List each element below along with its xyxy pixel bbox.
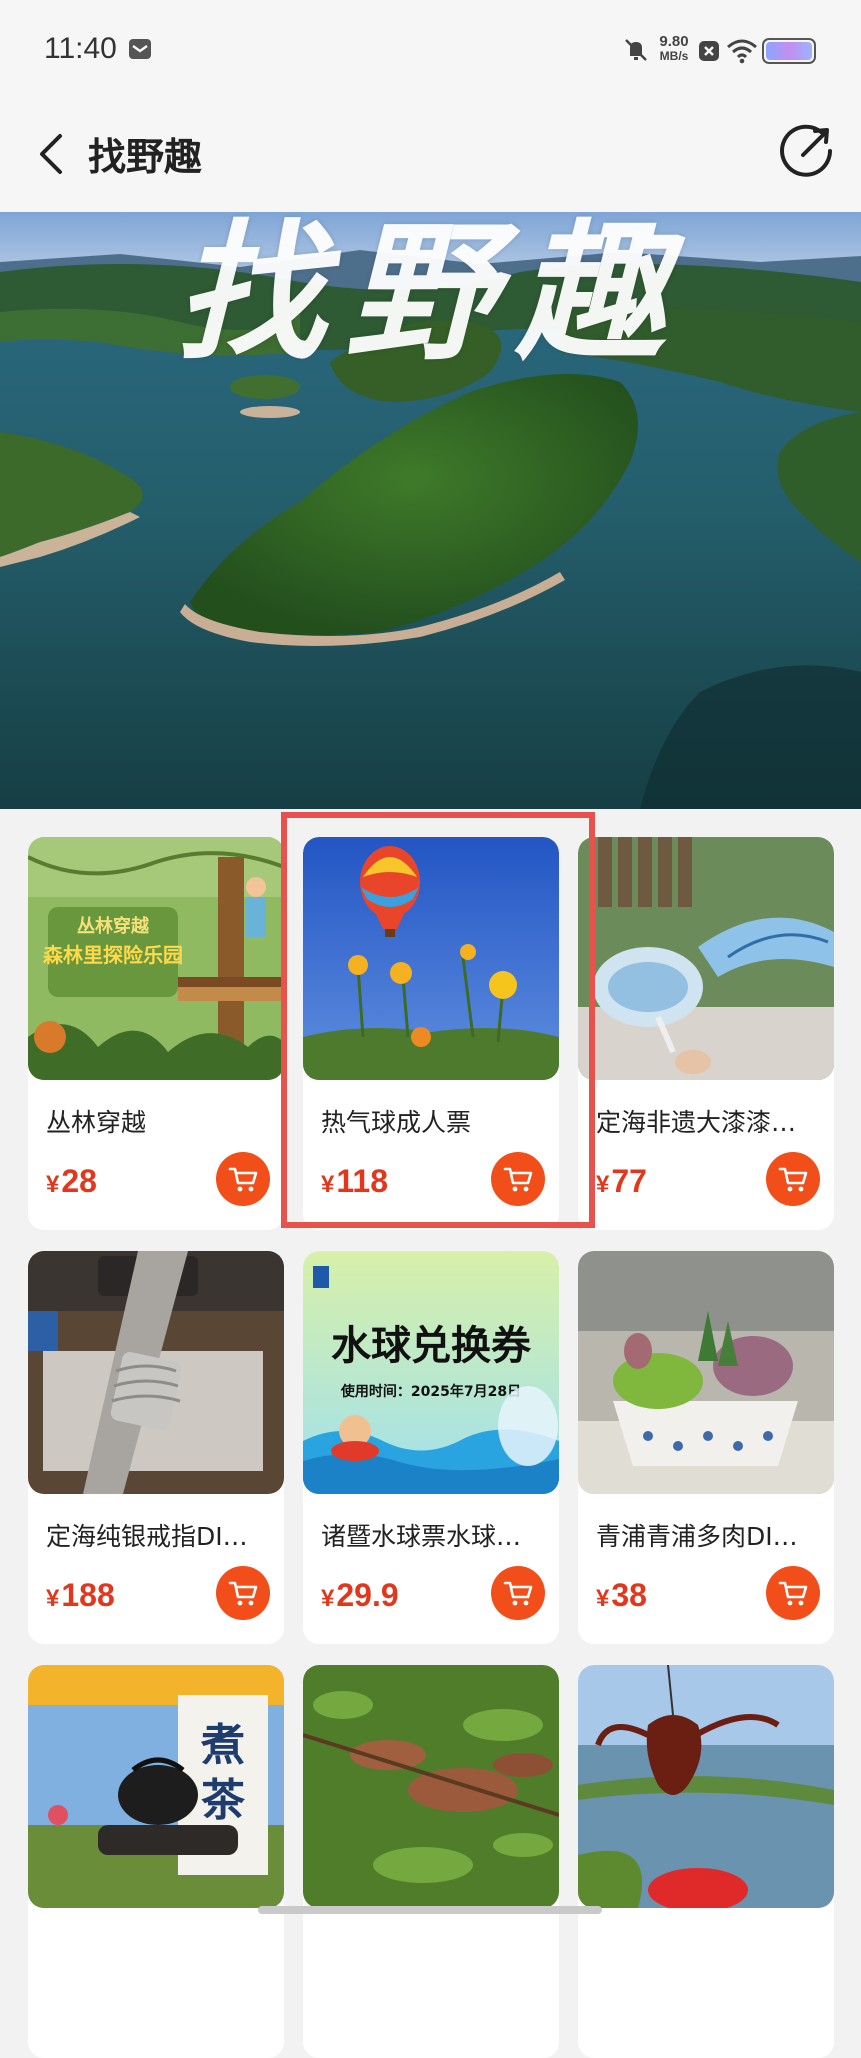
price-value: 118	[336, 1163, 388, 1199]
home-indicator[interactable]	[258, 1906, 602, 1914]
product-image: 丛林穿越 森林里探险乐园	[28, 837, 284, 1080]
mail-icon	[129, 39, 151, 59]
cart-icon	[778, 1581, 808, 1606]
price-value: 38	[611, 1577, 647, 1613]
close-box-icon	[699, 41, 719, 61]
price-currency: ¥	[596, 1585, 610, 1612]
thumb-text-1: 水球兑换券	[331, 1323, 532, 1369]
product-image	[578, 837, 834, 1080]
product-image: 水球兑换券 使用时间：2025年7月28日	[303, 1251, 559, 1494]
price-value: 77	[611, 1163, 647, 1199]
product-price: ¥29.9	[321, 1577, 399, 1614]
cart-icon	[228, 1581, 258, 1606]
product-name: 热气球成人票	[321, 1108, 472, 1137]
net-speed-unit: MB/s	[659, 49, 689, 63]
product-image	[578, 1665, 834, 1908]
product-card[interactable]: 青浦青浦多肉DI… ¥38	[578, 1251, 834, 1644]
product-card[interactable]: 丛林穿越 森林里探险乐园 丛林穿越 ¥28	[28, 837, 284, 1230]
wifi-icon	[727, 39, 757, 64]
product-price: ¥188	[46, 1577, 115, 1614]
product-name: 诸暨水球票水球…	[321, 1522, 522, 1551]
net-speed: 9.80 MB/s	[654, 34, 694, 64]
lacquer-fan-image	[578, 837, 834, 1080]
add-to-cart-button[interactable]	[216, 1152, 270, 1206]
water-ball-voucher-image: 水球兑换券 使用时间：2025年7月28日	[303, 1251, 559, 1494]
page-title: 找野趣	[88, 137, 203, 179]
add-to-cart-button[interactable]	[216, 1566, 270, 1620]
price-currency: ¥	[596, 1171, 610, 1198]
product-name: 定海纯银戒指DI…	[46, 1522, 248, 1551]
add-to-cart-button[interactable]	[491, 1152, 545, 1206]
share-icon[interactable]	[773, 118, 839, 184]
product-card[interactable]: 定海非遗大漆漆… ¥77	[578, 837, 834, 1230]
hero-banner[interactable]: 找野趣	[0, 212, 861, 809]
net-speed-value: 9.80	[659, 33, 689, 50]
nav-header: 找野趣	[0, 100, 861, 212]
cart-icon	[778, 1167, 808, 1192]
cart-icon	[503, 1581, 533, 1606]
product-name: 定海非遗大漆漆…	[596, 1108, 797, 1137]
thumb-text-1: 煮	[200, 1720, 245, 1771]
thumb-text-2: 森林里探险乐园	[43, 943, 183, 967]
thumb-text-1: 丛林穿越	[77, 915, 150, 937]
mute-icon	[625, 39, 647, 61]
price-value: 29.9	[336, 1577, 399, 1613]
product-name: 青浦青浦多肉DI…	[596, 1522, 798, 1551]
thumb-text-2: 茶	[201, 1775, 246, 1826]
product-card[interactable]: 煮 茶	[28, 1665, 284, 2058]
jungle-adventure-image: 丛林穿越 森林里探险乐园	[28, 837, 284, 1080]
product-image	[303, 1665, 559, 1908]
add-to-cart-button[interactable]	[491, 1566, 545, 1620]
product-price: ¥28	[46, 1163, 97, 1200]
price-value: 28	[61, 1163, 97, 1199]
cart-icon	[503, 1167, 533, 1192]
product-price: ¥118	[321, 1163, 388, 1200]
product-card[interactable]: 热气球成人票 ¥118	[303, 837, 559, 1230]
price-currency: ¥	[46, 1585, 60, 1612]
add-to-cart-button[interactable]	[766, 1566, 820, 1620]
price-currency: ¥	[321, 1585, 335, 1612]
product-image	[578, 1251, 834, 1494]
succulent-image	[578, 1251, 834, 1494]
product-image	[303, 837, 559, 1080]
product-card[interactable]	[578, 1665, 834, 2058]
product-name: 丛林穿越	[46, 1108, 147, 1137]
product-card[interactable]	[303, 1665, 559, 2058]
battery-icon	[762, 38, 816, 64]
tea-brewing-image: 煮 茶	[28, 1665, 284, 1908]
cart-icon	[228, 1167, 258, 1192]
thumb-text-2: 使用时间：2025年7月28日	[340, 1383, 521, 1400]
back-arrow-icon[interactable]	[22, 124, 82, 184]
price-value: 188	[61, 1577, 115, 1613]
product-price: ¥38	[596, 1577, 647, 1614]
product-card[interactable]: 定海纯银戒指DI… ¥188	[28, 1251, 284, 1644]
status-time: 11:40	[44, 32, 117, 65]
crayfish-fishing-image	[578, 1665, 834, 1908]
product-card[interactable]: 水球兑换券 使用时间：2025年7月28日 诸暨水球票水球… ¥29.9	[303, 1251, 559, 1644]
product-image	[28, 1251, 284, 1494]
status-bar: 11:40 9.80 MB/s	[0, 0, 861, 100]
price-currency: ¥	[46, 1171, 60, 1198]
product-price: ¥77	[596, 1163, 647, 1200]
price-currency: ¥	[321, 1171, 335, 1198]
product-image: 煮 茶	[28, 1665, 284, 1908]
hot-air-balloon-image	[303, 837, 559, 1080]
banner-title: 找野趣	[175, 212, 686, 381]
silver-ring-image	[28, 1251, 284, 1494]
fruit-tree-image	[303, 1665, 559, 1908]
add-to-cart-button[interactable]	[766, 1152, 820, 1206]
